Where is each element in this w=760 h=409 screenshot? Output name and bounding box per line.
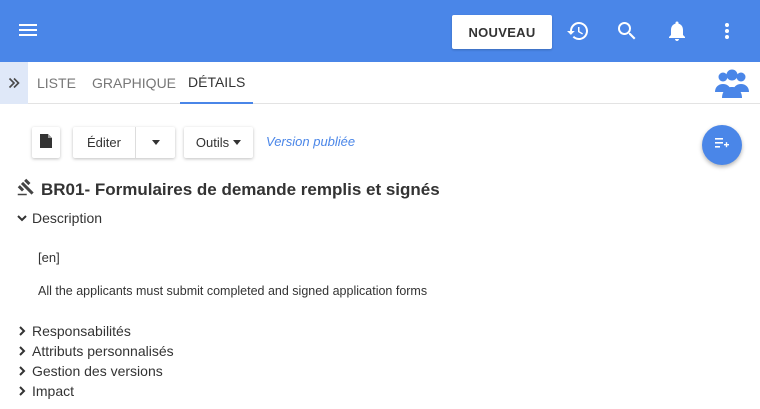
record-title-row: BR01- Formulaires de demande remplis et … <box>17 178 440 201</box>
document-icon <box>40 134 52 151</box>
responsibilities-section-label: Responsabilités <box>32 323 131 339</box>
menu-icon[interactable] <box>19 22 39 38</box>
gavel-icon <box>17 178 35 201</box>
edit-split-button[interactable]: Éditer <box>73 127 175 158</box>
description-text: All the applicants must submit completed… <box>38 284 428 298</box>
tools-button-label: Outils <box>195 135 230 150</box>
chevron-right-icon <box>19 386 26 396</box>
users-group-icon[interactable] <box>714 66 750 102</box>
search-icon[interactable] <box>615 19 639 43</box>
more-vert-icon[interactable] <box>715 19 739 43</box>
chevron-right-icon <box>19 326 26 336</box>
description-section-label: Description <box>32 210 103 226</box>
version-management-section-label: Gestion des versions <box>32 363 163 379</box>
impact-section-label: Impact <box>32 383 75 399</box>
tab-liste[interactable]: LISTE <box>29 62 84 104</box>
edit-dropdown-icon[interactable] <box>136 140 175 145</box>
chevron-down-icon <box>17 215 27 222</box>
add-to-list-fab[interactable] <box>702 125 742 165</box>
expand-panel-icon[interactable] <box>0 62 28 104</box>
custom-attributes-section-label: Attributs personnalisés <box>32 343 174 359</box>
bell-icon[interactable] <box>665 19 689 43</box>
description-section-toggle[interactable]: Description <box>17 210 102 226</box>
responsibilities-section-toggle[interactable]: Responsabilités <box>17 323 131 339</box>
tab-graphique[interactable]: GRAPHIQUE <box>84 62 184 104</box>
custom-attributes-section-toggle[interactable]: Attributs personnalisés <box>17 343 174 359</box>
history-icon[interactable] <box>566 19 590 43</box>
impact-section-toggle[interactable]: Impact <box>17 383 74 399</box>
version-status[interactable]: Version publiée <box>266 134 355 149</box>
record-title: BR01- Formulaires de demande remplis et … <box>41 179 440 199</box>
chevron-right-icon <box>19 366 26 376</box>
top-app-bar: NOUVEAU <box>0 0 760 62</box>
playlist-add-icon <box>715 136 729 154</box>
new-button[interactable]: NOUVEAU <box>452 15 552 49</box>
language-tag: [en] <box>38 250 60 265</box>
chevron-right-icon <box>19 346 26 356</box>
tab-bar: LISTE GRAPHIQUE DÉTAILS <box>0 62 760 104</box>
edit-button-label[interactable]: Éditer <box>73 135 135 150</box>
tab-details[interactable]: DÉTAILS <box>180 62 254 104</box>
version-management-section-toggle[interactable]: Gestion des versions <box>17 363 163 379</box>
tools-dropdown-button[interactable]: Outils <box>184 127 253 158</box>
document-button[interactable] <box>32 127 60 158</box>
tools-caret-icon <box>233 140 242 145</box>
